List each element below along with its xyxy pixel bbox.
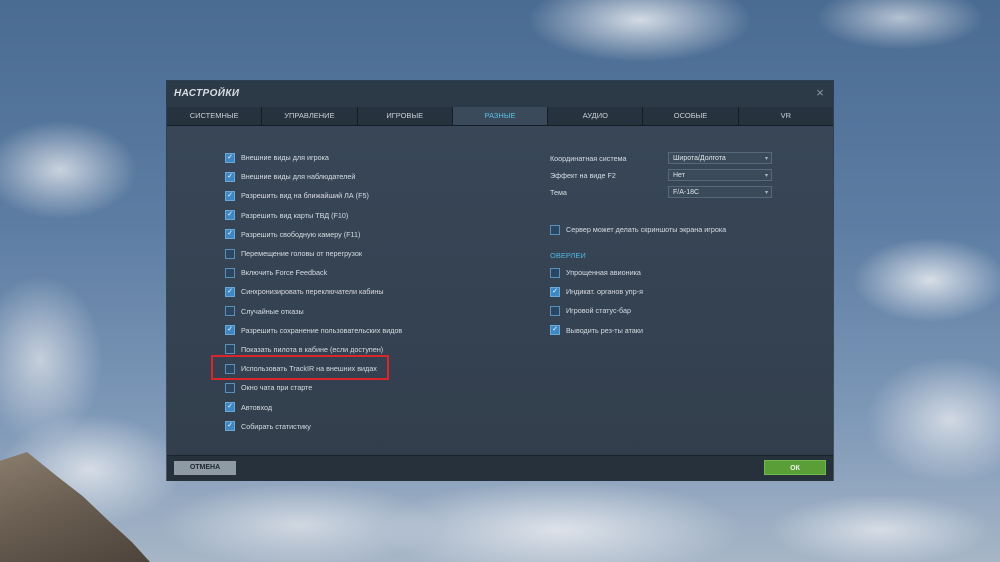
checkbox-label: Собирать статистику bbox=[241, 421, 311, 431]
chevron-down-icon: ▾ bbox=[764, 156, 768, 162]
checkbox-row[interactable]: ✓ Разрешить вид карты ТВД (F10) bbox=[225, 206, 402, 225]
checkbox-checked[interactable]: ✓ bbox=[225, 171, 235, 182]
checkbox-checked[interactable]: ✓ bbox=[225, 325, 235, 336]
checkbox-label: Разрешить сохранение пользовательских ви… bbox=[241, 325, 403, 335]
checkbox-row[interactable]: ✓ Выводить рез-ты атаки bbox=[550, 321, 643, 340]
overlays-options-list: Упрощенная авионика ✓ Индикат. органов упр… bbox=[550, 263, 643, 340]
checkbox-label: Игровой статус-бар bbox=[566, 306, 631, 316]
checkbox[interactable] bbox=[550, 224, 560, 235]
dialog-header: НАСТРОЙКИ × bbox=[167, 81, 833, 107]
tab-misc[interactable]: РАЗНЫЕ bbox=[452, 107, 549, 125]
checkbox-row[interactable]: ✓ Автовход bbox=[225, 397, 402, 416]
checkbox[interactable] bbox=[225, 363, 235, 374]
checkbox-label: Показать пилота в кабине (если доступен) bbox=[241, 344, 384, 354]
checkbox[interactable] bbox=[225, 382, 235, 393]
checkbox-label: Окно чата при старте bbox=[241, 383, 313, 393]
coordinates-select-value: Широта/Долгота bbox=[673, 155, 726, 162]
checkbox-label: Автовход bbox=[241, 402, 273, 412]
checkbox-label: Синхронизировать переключатели кабины bbox=[241, 287, 384, 297]
checkbox[interactable] bbox=[225, 267, 235, 278]
checkbox-row[interactable]: ✓ Собирать статистику bbox=[225, 417, 402, 436]
checkbox-row[interactable]: Показать пилота в кабине (если доступен) bbox=[225, 340, 402, 359]
tab-audio[interactable]: АУДИО bbox=[548, 107, 644, 125]
checkbox-row[interactable]: ✓ Разрешить сохранение пользовательских в… bbox=[225, 321, 402, 340]
checkbox[interactable] bbox=[225, 248, 235, 259]
checkbox-row[interactable]: ✓ Внешние виды для наблюдателей bbox=[225, 167, 402, 186]
f2-effect-select-value: Нет bbox=[673, 172, 685, 179]
checkbox-label: Использовать TrackIR на внешних видах bbox=[241, 364, 377, 374]
checkbox-label: Разрешить свободную камеру (F11) bbox=[241, 229, 361, 239]
f2-effect-label: Эффект на виде F2 bbox=[550, 170, 616, 180]
checkbox-row[interactable]: ✓ Внешние виды для игрока bbox=[225, 148, 402, 167]
checkbox[interactable] bbox=[550, 305, 560, 316]
overlays-section-title: ОВЕРЛЕИ bbox=[550, 251, 586, 260]
checkbox-checked[interactable]: ✓ bbox=[225, 152, 235, 163]
tab-controls[interactable]: УПРАВЛЕНИЕ bbox=[262, 107, 358, 125]
checkbox-label: Сервер может делать скриншоты экрана игр… bbox=[566, 225, 727, 235]
checkbox-checked[interactable]: ✓ bbox=[225, 286, 235, 297]
f2-effect-select[interactable]: Нет ▾ bbox=[668, 169, 772, 181]
left-options-list: ✓ Внешние виды для игрока ✓ Внешние виды дл… bbox=[225, 148, 402, 436]
server-screenshot-option: Сервер может делать скриншоты экрана игр… bbox=[550, 220, 726, 239]
checkbox[interactable] bbox=[225, 306, 235, 317]
checkbox-row[interactable]: Случайные отказы bbox=[225, 302, 402, 321]
checkbox-label: Упрощенная авионика bbox=[566, 268, 641, 278]
ok-button[interactable]: ОК bbox=[764, 460, 826, 475]
checkbox-checked[interactable]: ✓ bbox=[225, 190, 235, 201]
checkbox-row[interactable]: Использовать TrackIR на внешних видах bbox=[225, 359, 402, 378]
checkbox-label: Выводить рез-ты атаки bbox=[566, 325, 643, 335]
checkbox-label: Индикат. органов упр-я bbox=[566, 287, 643, 297]
checkbox-label: Внешние виды для игрока bbox=[241, 153, 329, 163]
tab-special[interactable]: ОСОБЫЕ bbox=[643, 107, 739, 125]
coordinates-label: Координатная система bbox=[550, 153, 627, 163]
dialog-title: НАСТРОЙКИ bbox=[174, 88, 240, 99]
select-row-coordinates: Координатная система Широта/Долгота ▾ bbox=[550, 151, 772, 165]
cancel-button[interactable]: ОТМЕНА bbox=[174, 461, 236, 475]
checkbox-label: Внешние виды для наблюдателей bbox=[241, 172, 356, 182]
checkbox-label: Случайные отказы bbox=[241, 306, 304, 316]
settings-dialog: НАСТРОЙКИ × СИСТЕМНЫЕ УПРАВЛЕНИЕ ИГРОВЫЕ… bbox=[167, 81, 833, 481]
tab-gameplay[interactable]: ИГРОВЫЕ bbox=[357, 107, 453, 125]
checkbox-row[interactable]: Окно чата при старте bbox=[225, 378, 402, 397]
select-row-theme: Тема F/A-18C ▾ bbox=[550, 185, 772, 199]
checkbox[interactable] bbox=[225, 344, 235, 355]
checkbox-label: Перемещение головы от перегрузок bbox=[241, 249, 362, 259]
checkbox-checked[interactable]: ✓ bbox=[550, 286, 560, 297]
checkbox-row[interactable]: Упрощенная авионика bbox=[550, 263, 643, 282]
theme-select-value: F/A-18C bbox=[673, 189, 700, 196]
checkbox-label: Разрешить вид карты ТВД (F10) bbox=[241, 210, 349, 220]
tab-system[interactable]: СИСТЕМНЫЕ bbox=[167, 107, 263, 125]
checkbox-row[interactable]: ✓ Разрешить свободную камеру (F11) bbox=[225, 225, 402, 244]
coordinates-select[interactable]: Широта/Долгота ▾ bbox=[668, 152, 772, 164]
checkbox-row-server-screenshot[interactable]: Сервер может делать скриншоты экрана игр… bbox=[550, 220, 726, 239]
tab-bar: СИСТЕМНЫЕ УПРАВЛЕНИЕ ИГРОВЫЕ РАЗНЫЕ АУДИ… bbox=[167, 107, 833, 126]
checkbox-row[interactable]: Включить Force Feedback bbox=[225, 263, 402, 282]
checkbox-row[interactable]: ✓ Индикат. органов упр-я bbox=[550, 282, 643, 301]
checkbox[interactable] bbox=[550, 267, 560, 278]
mountain-rock bbox=[0, 452, 150, 562]
checkbox-row[interactable]: ✓ Разрешить вид на ближайший ЛА (F5) bbox=[225, 186, 402, 205]
checkbox-row[interactable]: Перемещение головы от перегрузок bbox=[225, 244, 402, 263]
tab-vr[interactable]: VR bbox=[738, 107, 833, 125]
dialog-footer: ОТМЕНА ОК bbox=[167, 455, 833, 481]
checkbox-row[interactable]: ✓ Синхронизировать переключатели кабины bbox=[225, 282, 402, 301]
theme-select[interactable]: F/A-18C ▾ bbox=[668, 186, 772, 198]
theme-label: Тема bbox=[550, 187, 567, 197]
checkbox-checked[interactable]: ✓ bbox=[225, 421, 235, 432]
chevron-down-icon: ▾ bbox=[764, 190, 768, 196]
checkbox-label: Разрешить вид на ближайший ЛА (F5) bbox=[241, 191, 369, 201]
close-icon[interactable]: × bbox=[813, 86, 827, 100]
select-row-f2-effect: Эффект на виде F2 Нет ▾ bbox=[550, 168, 772, 182]
checkbox-row[interactable]: Игровой статус-бар bbox=[550, 301, 643, 320]
checkbox-checked[interactable]: ✓ bbox=[225, 229, 235, 240]
checkbox-label: Включить Force Feedback bbox=[241, 268, 328, 278]
checkbox-checked[interactable]: ✓ bbox=[225, 402, 235, 413]
chevron-down-icon: ▾ bbox=[764, 173, 768, 179]
checkbox-checked[interactable]: ✓ bbox=[225, 210, 235, 221]
checkbox-checked[interactable]: ✓ bbox=[550, 325, 560, 336]
